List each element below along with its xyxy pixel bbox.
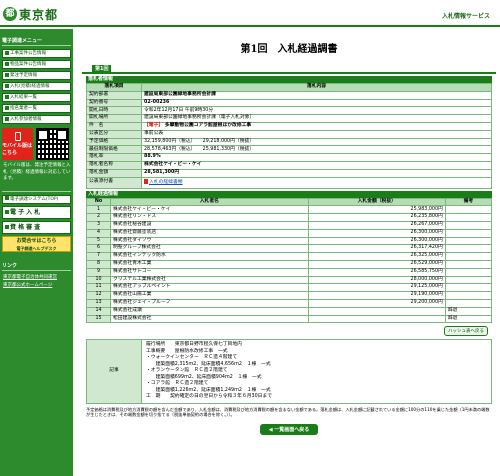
link-e-government[interactable]: 東京都電子自治体共同運営 (3, 274, 71, 280)
tokyo-logo[interactable]: 都 東京都 (3, 6, 58, 22)
mobile-note: モバイル版は、発注予定情報と入札（見積）経過情報に対応しています。 (3, 163, 71, 181)
footnote: 予定価格は消費税及び地方消費税の額を含んだ金額であり、入札金額は、消費税及び地方… (86, 406, 490, 418)
sidebar-item-qualification[interactable]: 資 格 審 査 (2, 220, 71, 234)
sidebar-item-e-bidding[interactable]: 電 子 入 札 (2, 205, 71, 219)
table-row: 件 名【電子】 多摩動物公園コアラ館屋根ほか改修工事 (86, 121, 492, 131)
sidebar-item-bid-process[interactable]: 入札(見積)経過情報 (2, 82, 71, 91)
sidebar-item-order-plan[interactable]: 発注予定情報 (2, 71, 71, 80)
table-row: 15 松田建設株式会社 辞退 (86, 314, 493, 324)
table-header-row: 落札項目 落札内容 (86, 83, 492, 92)
column-header: 落札項目 (86, 83, 142, 92)
phone-icon (14, 132, 21, 141)
table-row: 11 株式会社アップルペイント 29,125,000円 (86, 283, 493, 293)
electronic-tag: 【電子】 (144, 123, 164, 129)
table-row: 14 株式会社成瀬 辞退 (86, 306, 493, 316)
table-row: 開札場所 建設局東部公園緑地事務所会計課（電子入札対象） (86, 114, 492, 123)
table-row: 落札金額 28,581,300円 (86, 168, 492, 178)
sidebar-item-bid-results[interactable]: 入札結果一覧 (2, 93, 71, 102)
table-header-row: No 入札者名 入札金額（税抜） 備考 (86, 197, 493, 207)
memo-label: 記事 (86, 339, 142, 404)
sidebar: 電子調達メニュー 工事案件公告情報 物品案件公告情報 発注予定情報 入札(見積)… (0, 29, 73, 476)
table-row: 落札率 88.9% (86, 153, 492, 162)
table-row: 3 株式会社秘谷建設 26,267,000円 (86, 220, 493, 230)
table-row: 4 株式会社齋藤塗装店 26,300,000円 (86, 228, 493, 238)
bid-section-header: 入札経過情報 (86, 190, 492, 198)
logo-text: 東京都 (19, 7, 59, 22)
bullet-icon (5, 50, 9, 55)
table-row: 7 株式会社インテック防水 26,325,000円 (86, 252, 493, 261)
help-desk-button[interactable]: お問合せはこちら 電子調達ヘルプデスク (2, 235, 71, 252)
bullet-icon (5, 105, 9, 110)
table-row: 1 株式会社ケイ・ビー・ケイ 25,983,000円 (86, 205, 493, 215)
top-bar: 都 東京都 入札情報サービス (0, 0, 500, 27)
link-tokyo-official[interactable]: 東京都公式ホームページ (3, 282, 71, 288)
table-row: 5 株式会社ダイソウ 26,300,000円 (86, 236, 493, 246)
tokyo-emblem-icon: 都 (3, 7, 17, 21)
winner-section-header: 落札者情報 (86, 76, 492, 83)
bullet-icon (5, 210, 9, 214)
table-row: 10 クリステル工業株式会社 28,000,000円 (86, 275, 493, 285)
bullet-icon (5, 225, 9, 229)
table-row: 最低制限価格 28,578,463円（税込） 25,981,330円（税抜） (86, 145, 492, 155)
divider (2, 190, 71, 192)
sidebar-item-goods-notice[interactable]: 物品案件公告情報 (2, 60, 71, 69)
bullet-icon (5, 61, 9, 66)
table-row: 開札日時 令和2年12月17日 午前9時30分 (86, 106, 492, 116)
list-button-wrap: ハッシュ表へ戻る (82, 326, 488, 337)
sidebar-heading: 電子調達メニュー (2, 37, 71, 46)
column-header: 入札者名 (110, 197, 309, 207)
back-button-wrap: ◀ 一覧画面へ戻る (82, 423, 496, 435)
winner-table: 落札項目 落札内容 契約部署 建設局東部公園緑地事務所会計課 契約番号 02-002… (86, 83, 492, 189)
bid-table: No 入札者名 入札金額（税抜） 備考 1 株式会社ケイ・ビー・ケイ 25,983,… (86, 197, 493, 324)
mobile-link[interactable]: モバイル版はこちら (2, 128, 33, 160)
main-content: 第1回 入札経過調書 第1回 落札者情報 落札項目 落札内容 契約部署 建設局東部公… (82, 29, 496, 435)
project-name: 多摩動物公園コアラ館屋根ほか改修工事 (164, 123, 252, 129)
column-header: 落札内容 (141, 83, 492, 92)
sidebar-item-construction-notice[interactable]: 工事案件公告情報 (2, 49, 71, 58)
bullet-icon (5, 116, 9, 121)
table-row: 6 明聖グループ株式会社 26,317,420円 (86, 244, 493, 254)
column-header: 入札金額（税抜） (307, 197, 446, 207)
bullet-icon (5, 196, 9, 200)
sidebar-item-system-top[interactable]: 電子調達システム(TOP) (2, 194, 71, 204)
table-row: 落札者名称 株式会社ケイ・ビー・ケイ (86, 160, 492, 170)
memo-row: 記事 履行場所 東京都日野市程久保七丁目地内 工事概要 屋根防水改修工事 一式 … (86, 339, 492, 404)
table-row: 9 株式会社サトコー 26,585,750円 (86, 267, 493, 277)
tab-bar: 第1回 (82, 65, 496, 74)
table-row: 契約部署 建設局東部公園緑地事務所会計課 (86, 90, 492, 100)
tab-round-1[interactable]: 第1回 (92, 65, 112, 74)
attachment-link[interactable]: 入札の経緯書類 (149, 180, 183, 185)
table-row: 12 株式会社山陽工業 29,190,000円 (86, 291, 493, 300)
table-row: 予定価格 32,159,800円（税込） 29,218,000円（税抜） (86, 137, 492, 147)
table-row: 13 株式会社ジェイ・プルーフ 29,200,000円 (86, 298, 493, 308)
sidebar-item-designated-list[interactable]: 指名業者一覧 (2, 104, 71, 113)
memo-table: 記事 履行場所 東京都日野市程久保七丁目地内 工事概要 屋根防水改修工事 一式 … (86, 339, 492, 404)
bullet-icon (5, 83, 9, 88)
column-header: No (86, 197, 111, 207)
pdf-icon (144, 178, 148, 184)
column-header: 備考 (444, 197, 493, 207)
bullet-icon (5, 72, 9, 77)
table-row: 契約番号 02-00236 (86, 98, 492, 108)
bullet-icon (5, 94, 9, 99)
mobile-section: モバイル版はこちら (2, 128, 71, 160)
table-row: 公表区分 事前公表 (86, 129, 492, 139)
qr-code-icon (36, 128, 69, 160)
back-to-list-screen-button[interactable]: ◀ 一覧画面へ戻る (259, 423, 319, 435)
back-to-list-button[interactable]: ハッシュ表へ戻る (444, 326, 488, 337)
table-row: 公表添付書 入札の経緯書類 (86, 176, 492, 189)
sidebar-item-bidder-info[interactable]: 入札参加者情報 (2, 115, 71, 124)
table-row: 2 株式会社リン・ドス 26,235,800円 (86, 213, 493, 222)
service-title: 入札情報サービス (441, 13, 490, 20)
links-heading: リンク (2, 262, 71, 271)
table-row: 8 株式会社青木工業 26,529,000円 (86, 259, 493, 269)
page-title: 第1回 入札経過調書 (240, 44, 338, 55)
memo-text: 履行場所 東京都日野市程久保七丁目地内 工事概要 屋根防水改修工事 一式 ・ウォ… (141, 339, 492, 404)
